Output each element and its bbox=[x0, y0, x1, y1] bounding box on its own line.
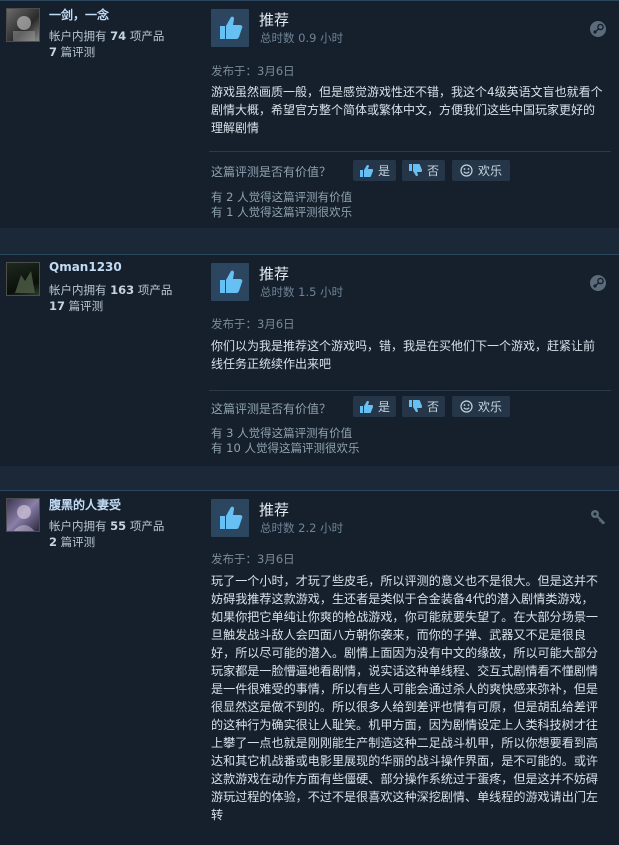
thumbs-up-icon bbox=[360, 401, 373, 413]
products-count: 74 bbox=[110, 29, 127, 43]
review-text: 游戏虽然画质一般，但是感觉游戏性还不错，我这个4级英语文盲也就看个剧情大概，希望… bbox=[211, 85, 603, 135]
thumbs-up-icon bbox=[360, 165, 373, 177]
recommendation-label: 推荐 bbox=[259, 501, 290, 519]
products-suffix: 项产品 bbox=[129, 29, 165, 43]
recommendation-header[interactable]: 推荐 总时数 0.9 小时 bbox=[209, 9, 609, 49]
reviews-suffix: 篇评测 bbox=[60, 535, 96, 549]
review-card: 腹黑的人妻受 帐户内拥有 55 项产品 2 篇评测 推荐 总时数 2.2 小时 … bbox=[0, 490, 619, 845]
review-card: Qman1230 帐户内拥有 163 项产品 17 篇评测 推荐 总时数 1.5… bbox=[0, 254, 619, 466]
reviewer-name[interactable]: Qman1230 bbox=[49, 260, 122, 274]
vote-funny-label: 欢乐 bbox=[478, 400, 503, 414]
products-prefix: 帐户内拥有 bbox=[49, 29, 107, 43]
reviews-count: 2 bbox=[49, 535, 58, 549]
hours-played: 总时数 0.9 小时 bbox=[260, 31, 344, 45]
reviews-suffix: 篇评测 bbox=[60, 45, 96, 59]
recommendation-header[interactable]: 推荐 总时数 2.2 小时 bbox=[209, 499, 609, 539]
products-suffix: 项产品 bbox=[129, 519, 165, 533]
smiley-icon bbox=[460, 164, 473, 177]
products-count: 55 bbox=[110, 519, 127, 533]
thumbs-down-icon bbox=[409, 164, 422, 176]
review-text: 玩了一个小时，才玩了些皮毛，所以评测的意义也不是很大。但是这并不妨碍我推荐这款游… bbox=[211, 574, 599, 822]
vote-yes-label: 是 bbox=[378, 164, 391, 178]
reviews-suffix: 篇评测 bbox=[68, 299, 104, 313]
key-icon bbox=[589, 508, 607, 526]
reviewer-name[interactable]: 一剑，一念 bbox=[49, 6, 109, 23]
avatar[interactable] bbox=[6, 8, 40, 42]
divider bbox=[209, 390, 611, 391]
vote-no-button[interactable]: 否 bbox=[402, 160, 446, 181]
products-prefix: 帐户内拥有 bbox=[49, 519, 107, 533]
recommendation-label: 推荐 bbox=[259, 11, 290, 29]
products-count: 163 bbox=[110, 283, 135, 297]
divider bbox=[209, 151, 611, 152]
vote-yes-label: 是 bbox=[378, 400, 391, 414]
steam-icon bbox=[589, 274, 607, 292]
review-divider bbox=[0, 490, 619, 491]
helpful-question: 这篇评测是否有价值？ bbox=[211, 402, 332, 416]
review-card: 一剑，一念 帐户内拥有 74 项产品 7 篇评测 推荐 总时数 0.9 小时 发… bbox=[0, 0, 619, 228]
vote-no-label: 否 bbox=[427, 164, 440, 178]
vote-counts: 有 2 人觉得这篇评测有价值 有 1 人觉得这篇评测很欢乐 bbox=[211, 190, 352, 220]
helpful-count: 有 3 人觉得这篇评测有价值 bbox=[211, 426, 353, 440]
vote-yes-button[interactable]: 是 bbox=[353, 160, 397, 181]
recommendation-label: 推荐 bbox=[259, 265, 290, 283]
recommendation-header[interactable]: 推荐 总时数 1.5 小时 bbox=[209, 263, 609, 303]
thumbs-down-icon bbox=[409, 400, 422, 412]
reviews-written[interactable]: 2 篇评测 bbox=[49, 534, 95, 550]
thumbs-up-icon bbox=[211, 499, 249, 537]
reviews-count: 17 bbox=[49, 299, 66, 313]
thumbs-up-icon bbox=[211, 9, 249, 47]
vote-no-label: 否 bbox=[427, 400, 440, 414]
products-owned: 帐户内拥有 55 项产品 bbox=[49, 518, 164, 534]
hours-played: 总时数 1.5 小时 bbox=[260, 285, 344, 299]
avatar[interactable] bbox=[6, 262, 40, 296]
review-divider bbox=[0, 0, 619, 1]
posted-date: 发布于：3月6日 bbox=[211, 317, 295, 331]
products-prefix: 帐户内拥有 bbox=[49, 283, 107, 297]
hours-played: 总时数 2.2 小时 bbox=[260, 521, 344, 535]
posted-date: 发布于：3月6日 bbox=[211, 552, 295, 566]
reviewer-name[interactable]: 腹黑的人妻受 bbox=[49, 496, 121, 513]
smiley-icon bbox=[460, 400, 473, 413]
vote-yes-button[interactable]: 是 bbox=[353, 396, 397, 417]
helpful-question: 这篇评测是否有价值？ bbox=[211, 165, 332, 179]
reviews-count: 7 bbox=[49, 45, 58, 59]
steam-icon bbox=[589, 20, 607, 38]
vote-funny-button[interactable]: 欢乐 bbox=[452, 160, 511, 181]
funny-count: 有 1 人觉得这篇评测很欢乐 bbox=[211, 205, 353, 219]
vote-funny-label: 欢乐 bbox=[478, 164, 503, 178]
products-suffix: 项产品 bbox=[137, 283, 173, 297]
products-owned: 帐户内拥有 74 项产品 bbox=[49, 28, 164, 44]
review-text: 你们以为我是推荐这个游戏吗，错，我是在买他们下一个游戏，赶紧让前线任务正统续作出… bbox=[211, 339, 596, 371]
reviews-written[interactable]: 17 篇评测 bbox=[49, 298, 103, 314]
vote-funny-button[interactable]: 欢乐 bbox=[452, 396, 511, 417]
review-divider bbox=[0, 254, 619, 255]
funny-count: 有 10 人觉得这篇评测很欢乐 bbox=[211, 441, 360, 455]
products-owned: 帐户内拥有 163 项产品 bbox=[49, 282, 172, 298]
thumbs-up-icon bbox=[211, 263, 249, 301]
helpful-count: 有 2 人觉得这篇评测有价值 bbox=[211, 190, 353, 204]
posted-date: 发布于：3月6日 bbox=[211, 64, 295, 78]
vote-no-button[interactable]: 否 bbox=[402, 396, 446, 417]
reviews-written[interactable]: 7 篇评测 bbox=[49, 44, 95, 60]
avatar[interactable] bbox=[6, 498, 40, 532]
vote-counts: 有 3 人觉得这篇评测有价值 有 10 人觉得这篇评测很欢乐 bbox=[211, 426, 359, 456]
